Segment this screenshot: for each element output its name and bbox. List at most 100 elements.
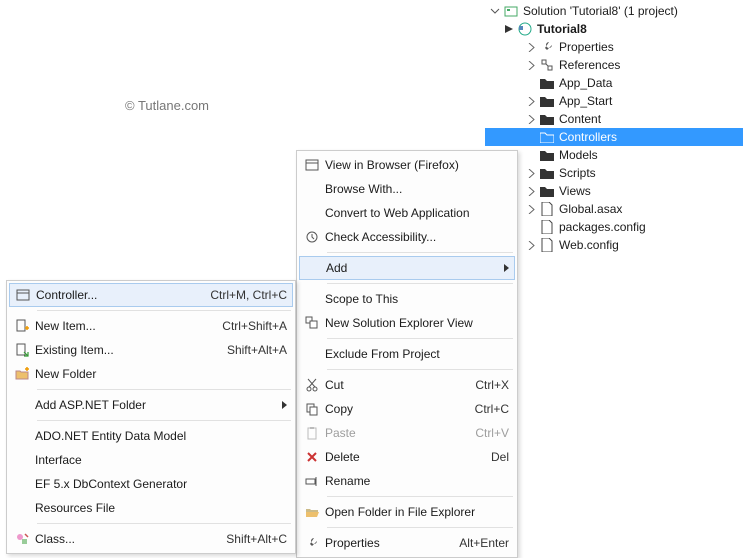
expander-icon[interactable] — [525, 167, 537, 179]
expander-icon[interactable] — [525, 203, 537, 215]
menu-item-ef-5-x-dbcontext-generator[interactable]: EF 5.x DbContext Generator — [9, 472, 293, 496]
csproj-icon — [517, 21, 533, 37]
expander-icon — [525, 221, 537, 233]
menu-item-label: Existing Item... — [35, 343, 217, 357]
menu-item-shortcut: Ctrl+C — [475, 402, 509, 416]
tree-item-scripts[interactable]: Scripts — [485, 164, 743, 182]
tree-item-label: Content — [559, 112, 601, 126]
blank-icon — [299, 178, 325, 200]
menu-item-label: Delete — [325, 450, 481, 464]
expander-icon — [525, 149, 537, 161]
menu-item-open-folder-in-file-explorer[interactable]: Open Folder in File Explorer — [299, 500, 515, 524]
menu-item-rename[interactable]: Rename — [299, 469, 515, 493]
menu-item-label: Exclude From Project — [325, 347, 509, 361]
tree-item-label: Views — [559, 184, 591, 198]
tree-item-global-asax[interactable]: Global.asax — [485, 200, 743, 218]
menu-separator — [37, 523, 291, 524]
paste-icon — [299, 422, 325, 444]
menu-item-cut[interactable]: CutCtrl+X — [299, 373, 515, 397]
submenu-arrow-icon — [504, 264, 509, 272]
blank-icon — [9, 497, 35, 519]
expander-icon[interactable] — [525, 41, 537, 53]
tree-item-content[interactable]: Content — [485, 110, 743, 128]
menu-item-properties[interactable]: PropertiesAlt+Enter — [299, 531, 515, 555]
project-node[interactable]: Tutorial8 — [485, 20, 743, 38]
controller-icon — [10, 284, 36, 306]
menu-item-shortcut: Ctrl+Shift+A — [222, 319, 287, 333]
blank-icon — [9, 394, 35, 416]
tree-item-properties[interactable]: Properties — [485, 38, 743, 56]
menu-item-new-item[interactable]: New Item... Ctrl+Shift+A — [9, 314, 293, 338]
expander-open-icon[interactable] — [503, 23, 515, 35]
menu-item-new-folder[interactable]: New Folder — [9, 362, 293, 386]
menu-item-browse-with[interactable]: Browse With... — [299, 177, 515, 201]
folder-icon — [539, 111, 555, 127]
menu-item-label: Add ASP.NET Folder — [35, 398, 276, 412]
menu-item-new-solution-explorer-view[interactable]: New Solution Explorer View — [299, 311, 515, 335]
menu-item-label: New Item... — [35, 319, 212, 333]
folder-icon — [539, 75, 555, 91]
tree-item-packages-config[interactable]: packages.config — [485, 218, 743, 236]
expander-icon[interactable] — [525, 185, 537, 197]
menu-item-class[interactable]: Class...Shift+Alt+C — [9, 527, 293, 551]
menu-item-scope-to-this[interactable]: Scope to This — [299, 287, 515, 311]
menu-item-controller[interactable]: Controller...Ctrl+M, Ctrl+C — [9, 283, 293, 307]
tree-item-label: packages.config — [559, 220, 646, 234]
tree-item-controllers[interactable]: Controllers — [485, 128, 743, 146]
tree-item-views[interactable]: Views — [485, 182, 743, 200]
rename-icon — [299, 470, 325, 492]
menu-separator — [327, 496, 513, 497]
solution-root[interactable]: Solution 'Tutorial8' (1 project) — [485, 2, 743, 20]
tree-item-app-start[interactable]: App_Start — [485, 92, 743, 110]
tree-item-app-data[interactable]: App_Data — [485, 74, 743, 92]
menu-item-label: Interface — [35, 453, 287, 467]
menu-item-copy[interactable]: Copy Ctrl+C — [299, 397, 515, 421]
menu-item-shortcut: Ctrl+V — [475, 426, 509, 440]
menu-item-resources-file[interactable]: Resources File — [9, 496, 293, 520]
blank-icon — [9, 449, 35, 471]
solution-root-label: Solution 'Tutorial8' (1 project) — [523, 4, 678, 18]
tree-item-references[interactable]: References — [485, 56, 743, 74]
menu-item-label: New Folder — [35, 367, 287, 381]
menu-item-label: Browse With... — [325, 182, 509, 196]
menu-item-ado-net-entity-data-model[interactable]: ADO.NET Entity Data Model — [9, 424, 293, 448]
folder-open-icon — [299, 501, 325, 523]
menu-item-view-in-browser-firefox[interactable]: View in Browser (Firefox) — [299, 153, 515, 177]
menu-item-label: Add — [326, 261, 498, 275]
menu-item-check-accessibility[interactable]: Check Accessibility... — [299, 225, 515, 249]
tree-item-label: Models — [559, 148, 598, 162]
expander-icon[interactable] — [525, 113, 537, 125]
menu-item-label: Copy — [325, 402, 465, 416]
expander-icon[interactable] — [525, 95, 537, 107]
expander-icon[interactable] — [525, 239, 537, 251]
menu-item-exclude-from-project[interactable]: Exclude From Project — [299, 342, 515, 366]
menu-separator — [327, 369, 513, 370]
menu-item-add[interactable]: Add — [299, 256, 515, 280]
refs-icon — [539, 57, 555, 73]
expander-icon[interactable] — [525, 59, 537, 71]
new-item-icon — [9, 315, 35, 337]
explorer-icon — [299, 312, 325, 334]
menu-item-label: EF 5.x DbContext Generator — [35, 477, 287, 491]
clock-icon — [299, 226, 325, 248]
tree-item-models[interactable]: Models — [485, 146, 743, 164]
menu-item-convert-to-web-application[interactable]: Convert to Web Application — [299, 201, 515, 225]
menu-item-label: Convert to Web Application — [325, 206, 509, 220]
blank-icon — [299, 288, 325, 310]
blank-icon — [9, 473, 35, 495]
expander-icon — [525, 77, 537, 89]
wrench-icon — [539, 39, 555, 55]
tree-item-label: App_Start — [559, 94, 612, 108]
menu-item-existing-item[interactable]: Existing Item...Shift+Alt+A — [9, 338, 293, 362]
tree-item-label: Scripts — [559, 166, 596, 180]
menu-separator — [37, 389, 291, 390]
project-label: Tutorial8 — [537, 22, 587, 36]
blank-icon — [299, 202, 325, 224]
expander-icon[interactable] — [489, 5, 501, 17]
menu-item-interface[interactable]: Interface — [9, 448, 293, 472]
menu-item-add-asp-net-folder[interactable]: Add ASP.NET Folder — [9, 393, 293, 417]
menu-item-label: Scope to This — [325, 292, 509, 306]
menu-item-label: Paste — [325, 426, 465, 440]
tree-item-web-config[interactable]: Web.config — [485, 236, 743, 254]
menu-item-delete[interactable]: DeleteDel — [299, 445, 515, 469]
